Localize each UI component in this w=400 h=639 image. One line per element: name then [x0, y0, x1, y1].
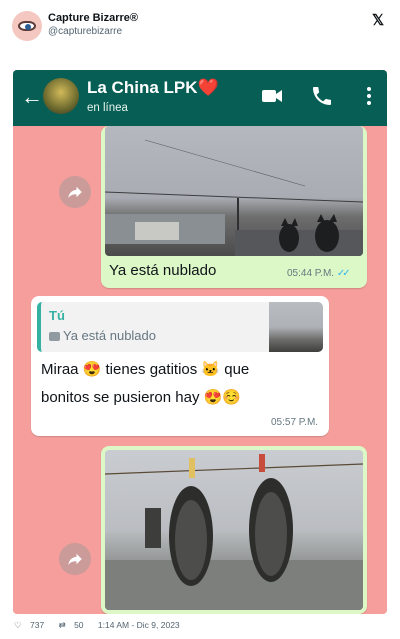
- eye-icon: [18, 21, 36, 31]
- more-options-icon[interactable]: [357, 84, 381, 108]
- message-text-line: bonitos se pusieron hay 😍☺️: [41, 389, 241, 406]
- forward-icon: [68, 553, 82, 565]
- like-count: 737: [30, 620, 45, 630]
- message-time: 05:44 P.M.: [287, 268, 335, 279]
- back-arrow-icon[interactable]: ←: [21, 84, 43, 110]
- forward-icon: [68, 186, 82, 198]
- forward-button[interactable]: [59, 176, 91, 208]
- message-meta: 05:44 P.M. ✓✓: [287, 268, 351, 279]
- video-call-icon[interactable]: [260, 84, 284, 108]
- chat-header: ← La China LPK❤️ en línea: [13, 70, 387, 126]
- heart-icon: ♡: [14, 620, 22, 630]
- hanging-shoes-photo[interactable]: [105, 450, 363, 610]
- post-header: Capture Bizarre® @capturebizarre 𝕏: [0, 0, 400, 60]
- contact-name[interactable]: La China LPK❤️: [87, 78, 219, 98]
- quote-author: Tú: [49, 308, 65, 323]
- outgoing-photo-message[interactable]: Ya está nublado 05:44 P.M. ✓✓: [101, 126, 367, 288]
- message-text-line: Miraa 😍 tienes gatitios 🐱 que: [41, 361, 250, 378]
- rooftop-cats-photo[interactable]: [105, 126, 363, 256]
- incoming-reply-message[interactable]: Tú Ya está nublado Miraa 😍 tienes gatiti…: [31, 296, 329, 436]
- retweet-count: 50: [74, 620, 84, 630]
- quoted-message[interactable]: Tú Ya está nublado: [37, 302, 323, 352]
- like-count-group[interactable]: ♡ 737: [14, 620, 50, 630]
- camera-icon: [49, 332, 60, 341]
- post-footer: ♡ 737 ⇄ 50 1:14 AM - Dic 9, 2023: [14, 620, 186, 634]
- quote-thumbnail: [269, 302, 323, 352]
- chat-screenshot: ← La China LPK❤️ en línea Ya está nublad…: [13, 70, 387, 614]
- contact-status: en línea: [87, 102, 128, 114]
- retweet-count-group[interactable]: ⇄ 50: [59, 620, 90, 630]
- x-logo-icon[interactable]: 𝕏: [372, 11, 384, 29]
- message-time: 05:57 P.M.: [271, 417, 319, 428]
- message-caption: Ya está nublado: [109, 262, 217, 279]
- quote-preview: Ya está nublado: [49, 328, 156, 343]
- post-timestamp[interactable]: 1:14 AM - Dic 9, 2023: [98, 620, 180, 630]
- retweet-icon: ⇄: [58, 620, 66, 630]
- quote-text: Ya está nublado: [63, 328, 156, 343]
- display-name[interactable]: Capture Bizarre®: [48, 12, 138, 24]
- outgoing-photo-message[interactable]: [101, 446, 367, 614]
- forward-button[interactable]: [59, 543, 91, 575]
- contact-avatar[interactable]: [43, 78, 79, 114]
- phone-icon[interactable]: [310, 84, 334, 108]
- user-handle[interactable]: @capturebizarre: [48, 26, 122, 37]
- read-receipt-icon: ✓✓: [336, 268, 351, 279]
- avatar[interactable]: [12, 11, 42, 41]
